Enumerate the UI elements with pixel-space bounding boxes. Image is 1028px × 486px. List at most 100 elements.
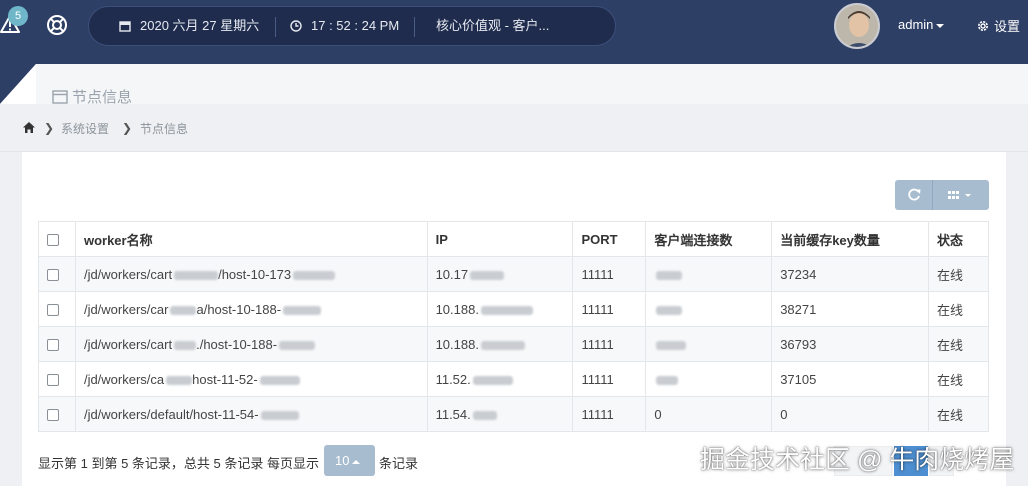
clients-cell	[645, 361, 773, 397]
clients-cell	[645, 291, 773, 327]
row-checkbox[interactable]	[47, 269, 59, 282]
row-checkbox[interactable]	[47, 304, 59, 317]
port-cell: 11111	[572, 396, 647, 432]
table-row[interactable]: /jd/workers/default/host-11-54- 11.54. 1…	[38, 396, 989, 432]
ip-cell: 10.188.	[426, 326, 574, 362]
row-checkbox[interactable]	[47, 409, 59, 422]
chevron-right-icon: ❯	[122, 121, 133, 135]
redacted-text	[260, 410, 299, 420]
table-row[interactable]: /jd/workers/cart/host-10-173 10.17 11111…	[38, 256, 989, 292]
page-size-suffix: 条记录	[379, 456, 419, 471]
row-checkbox[interactable]	[47, 339, 59, 352]
worker-name-cell: /jd/workers/car a/host-10-188-	[74, 291, 428, 327]
watermark: 掘金技术社区 @ 牛肉烧烤屋	[700, 446, 1015, 474]
column-header-port[interactable]: PORT	[572, 221, 647, 257]
ip-cell: 10.188.	[426, 291, 574, 327]
port-cell: 11111	[572, 361, 647, 397]
redacted-text	[293, 270, 336, 280]
ip-cell: 10.17	[426, 256, 574, 292]
keys-cell: 37234	[771, 256, 930, 292]
redacted-text	[170, 305, 197, 315]
home-icon[interactable]	[22, 121, 36, 134]
caret-up-icon	[352, 459, 361, 464]
worker-name: /jd/workers/cart	[83, 336, 173, 352]
lifebuoy-icon[interactable]	[46, 14, 68, 36]
ip-text: 11.52.	[435, 371, 471, 387]
status-cell: 在线	[928, 326, 989, 362]
clients-cell	[645, 256, 773, 292]
status-cell: 在线	[928, 256, 989, 292]
datetime-info-bar: 2020 六月 27 星期六 17 : 52 : 24 PM 核心价值观 - 客…	[88, 6, 616, 46]
worker-name-cell: /jd/workers/default/host-11-54-	[74, 396, 428, 432]
redacted-text	[472, 375, 513, 385]
ip-text: 11.54.	[435, 406, 471, 422]
redacted-text	[656, 340, 687, 350]
redacted-text	[480, 305, 533, 315]
chevron-right-icon: ❯	[44, 121, 55, 135]
date-text: 2020 六月 27 星期六	[140, 18, 260, 33]
keys-cell: 38271	[771, 291, 930, 327]
worker-name-cell: /jd/workers/ca host-11-52-	[74, 361, 428, 397]
clients-cell	[645, 326, 773, 362]
avatar[interactable]	[834, 3, 880, 49]
clients-cell: 0	[645, 396, 773, 432]
table-row[interactable]: /jd/workers/cart ./host-10-188- 10.188. 1…	[38, 326, 989, 362]
column-header-keys[interactable]: 当前缓存key数量	[771, 221, 930, 257]
sidebar-toggle[interactable]	[0, 64, 36, 104]
columns-toggle-button[interactable]	[933, 180, 989, 210]
redacted-text	[283, 305, 322, 315]
redacted-text	[656, 375, 679, 385]
user-menu[interactable]: admin	[898, 17, 945, 32]
column-header-clients[interactable]: 客户端连接数	[645, 221, 773, 257]
ip-cell: 11.54.	[426, 396, 574, 432]
keys-cell: 0	[771, 396, 930, 432]
refresh-icon	[908, 188, 921, 201]
table-row[interactable]: /jd/workers/car a/host-10-188- 10.188. 11…	[38, 291, 989, 327]
ip-cell: 11.52.	[426, 361, 574, 397]
worker-name-cell: /jd/workers/cart/host-10-173	[74, 256, 428, 292]
ip-text: 10.188.	[435, 336, 479, 352]
column-header-name[interactable]: worker名称	[74, 221, 428, 257]
redacted-text	[166, 375, 193, 385]
select-all-cell[interactable]	[38, 221, 76, 257]
marquee-text: 核心价值观 - 客户...	[436, 18, 550, 33]
username: admin	[898, 17, 934, 32]
breadcrumb-item[interactable]: 系统设置	[61, 120, 109, 137]
redacted-text	[472, 410, 497, 420]
worker-name-cell: /jd/workers/cart ./host-10-188-	[74, 326, 428, 362]
row-checkbox[interactable]	[47, 374, 59, 387]
breadcrumb-item: 节点信息	[140, 122, 189, 136]
redacted-text	[480, 340, 525, 350]
page-header	[0, 64, 1028, 104]
port-cell: 11111	[572, 326, 647, 362]
refresh-button[interactable]	[895, 180, 933, 210]
grid-icon	[948, 191, 971, 199]
window-icon	[52, 90, 68, 104]
settings-button[interactable]: 设置	[976, 16, 1020, 35]
redacted-text	[174, 270, 219, 280]
table-header-row: worker名称 IP PORT 客户端连接数 当前缓存key数量 状态	[38, 221, 989, 257]
ip-text: 10.17	[435, 266, 469, 282]
keys-cell: 36793	[771, 326, 930, 362]
redacted-text	[174, 340, 197, 350]
page-size-select[interactable]: 10	[324, 445, 375, 476]
keys-cell: 37105	[771, 361, 930, 397]
select-all-checkbox[interactable]	[47, 234, 59, 247]
worker-name: /jd/workers/default/host-11-54-	[83, 406, 259, 422]
redacted-text	[656, 270, 683, 280]
gear-icon	[978, 21, 988, 31]
table-row[interactable]: /jd/workers/ca host-11-52- 11.52. 11111 3…	[38, 361, 989, 397]
status-cell: 在线	[928, 361, 989, 397]
ip-text: 10.188.	[435, 301, 479, 317]
breadcrumb: ❯ 系统设置 ❯ 节点信息	[0, 104, 1028, 152]
redacted-text	[279, 340, 316, 350]
port-cell: 11111	[572, 291, 647, 327]
time-text: 17 : 52 : 24 PM	[311, 18, 400, 33]
worker-name: /jd/workers/ca	[83, 371, 165, 387]
page-size-value: 10	[335, 453, 350, 468]
settings-label: 设置	[994, 19, 1021, 34]
column-header-ip[interactable]: IP	[426, 221, 574, 257]
column-header-status[interactable]: 状态	[928, 221, 989, 257]
worker-table: worker名称 IP PORT 客户端连接数 当前缓存key数量 状态 /jd…	[38, 221, 989, 432]
worker-name: /jd/workers/cart	[83, 266, 173, 282]
